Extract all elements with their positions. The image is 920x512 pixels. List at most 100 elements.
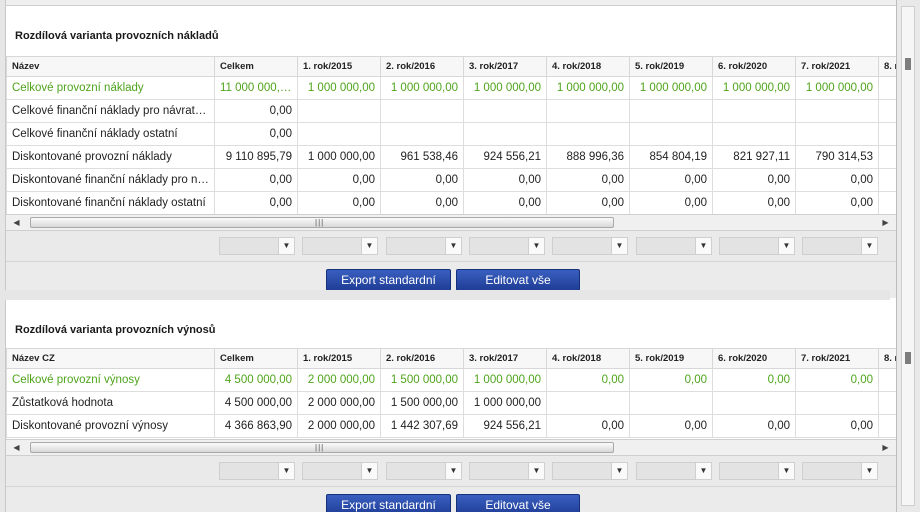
- filter-dropdown[interactable]: ▼: [802, 237, 878, 255]
- column-header[interactable]: 1. rok/2015: [297, 348, 381, 369]
- table-cell[interactable]: 0,00: [712, 368, 796, 392]
- table-cell[interactable]: [546, 122, 630, 146]
- table-cell[interactable]: 0,00: [795, 191, 879, 214]
- table-cell[interactable]: [463, 122, 547, 146]
- filter-dropdown[interactable]: ▼: [469, 462, 545, 480]
- table-cell[interactable]: 0,00: [214, 99, 298, 123]
- column-header[interactable]: 6. rok/2020: [712, 348, 796, 369]
- table-cell[interactable]: 924 556,21: [463, 414, 547, 438]
- table-cell[interactable]: [629, 122, 713, 146]
- table-cell[interactable]: 0,00: [297, 191, 381, 214]
- column-header[interactable]: 7. rok/2021: [795, 348, 879, 369]
- dropdown-arrow-icon[interactable]: ▼: [861, 238, 877, 254]
- dropdown-arrow-icon[interactable]: ▼: [778, 238, 794, 254]
- table-cell[interactable]: 1: [878, 76, 896, 100]
- table-cell[interactable]: [878, 99, 896, 123]
- table-cell[interactable]: [297, 99, 381, 123]
- dropdown-arrow-icon[interactable]: ▼: [278, 463, 294, 479]
- table-cell[interactable]: [297, 122, 381, 146]
- row-label[interactable]: Celkové finanční náklady pro návratno...: [6, 99, 215, 123]
- row-label[interactable]: Zůstatková hodnota: [6, 391, 215, 415]
- filter-dropdown[interactable]: ▼: [719, 462, 795, 480]
- table-row[interactable]: Celkové provozní náklady 11 000 000,00 1 0…: [6, 76, 896, 100]
- table-cell[interactable]: 790 314,53: [795, 145, 879, 169]
- table-cell[interactable]: 0,00: [546, 414, 630, 438]
- table-cell[interactable]: 2 000 000,00: [297, 414, 381, 438]
- table-cell[interactable]: [380, 99, 464, 123]
- dropdown-arrow-icon[interactable]: ▼: [278, 238, 294, 254]
- vertical-scroll-track[interactable]: [901, 6, 915, 506]
- table-cell[interactable]: 0,00: [297, 168, 381, 192]
- table-cell[interactable]: 0,00: [795, 168, 879, 192]
- scroll-right-icon[interactable]: ▶: [877, 215, 894, 230]
- vertical-scrollbar[interactable]: [896, 0, 920, 512]
- filter-dropdown[interactable]: ▼: [302, 462, 378, 480]
- column-header[interactable]: Název: [6, 56, 215, 77]
- row-label[interactable]: Diskontované provozní výnosy: [6, 414, 215, 438]
- dropdown-arrow-icon[interactable]: ▼: [445, 238, 461, 254]
- table-row[interactable]: Diskontované finanční náklady ostatní 0,0…: [6, 191, 896, 214]
- scroll-thumb[interactable]: |||: [30, 217, 614, 228]
- horizontal-scrollbar[interactable]: ◀ ||| ▶: [6, 439, 896, 456]
- table-cell[interactable]: 11 000 000,00: [214, 76, 298, 100]
- table-cell[interactable]: [629, 391, 713, 415]
- edit-all-button[interactable]: Editovat vše: [456, 494, 580, 512]
- table-cell[interactable]: 1 000 000,00: [629, 76, 713, 100]
- table-row[interactable]: Celkové finanční náklady pro návratno...…: [6, 99, 896, 123]
- edit-all-button[interactable]: Editovat vše: [456, 269, 580, 291]
- filter-dropdown[interactable]: ▼: [219, 237, 295, 255]
- column-header[interactable]: 5. rok/2019: [629, 56, 713, 77]
- column-header[interactable]: Celkem: [214, 348, 298, 369]
- table-cell[interactable]: [878, 391, 896, 415]
- table-cell[interactable]: [878, 368, 896, 392]
- table-cell[interactable]: 2 000 000,00: [297, 391, 381, 415]
- table-cell[interactable]: 1 000 000,00: [463, 391, 547, 415]
- table-cell[interactable]: 1 500 000,00: [380, 368, 464, 392]
- table-cell[interactable]: [629, 99, 713, 123]
- dropdown-arrow-icon[interactable]: ▼: [695, 238, 711, 254]
- filter-dropdown[interactable]: ▼: [636, 237, 712, 255]
- table-cell[interactable]: 924 556,21: [463, 145, 547, 169]
- table-cell[interactable]: [878, 145, 896, 169]
- table-cell[interactable]: 9 110 895,79: [214, 145, 298, 169]
- row-label[interactable]: Diskontované finanční náklady pro náv...: [6, 168, 215, 192]
- table-row[interactable]: Diskontované finanční náklady pro náv...…: [6, 168, 896, 192]
- table-cell[interactable]: 0,00: [795, 368, 879, 392]
- table-row[interactable]: Diskontované provozní výnosy 4 366 863,90…: [6, 414, 896, 438]
- export-standard-button[interactable]: Export standardní: [326, 269, 451, 291]
- scroll-right-icon[interactable]: ▶: [877, 440, 894, 455]
- table-cell[interactable]: 1 000 000,00: [297, 145, 381, 169]
- table-cell[interactable]: 1 000 000,00: [380, 76, 464, 100]
- table-cell[interactable]: 821 927,11: [712, 145, 796, 169]
- column-header[interactable]: 1. rok/2015: [297, 56, 381, 77]
- table-cell[interactable]: [878, 191, 896, 214]
- dropdown-arrow-icon[interactable]: ▼: [361, 463, 377, 479]
- row-label[interactable]: Celkové finanční náklady ostatní: [6, 122, 215, 146]
- table-row[interactable]: Zůstatková hodnota 4 500 000,00 2 000 000,…: [6, 391, 896, 415]
- table-cell[interactable]: 4 500 000,00: [214, 368, 298, 392]
- table-cell[interactable]: 1 000 000,00: [546, 76, 630, 100]
- table-cell[interactable]: 0,00: [214, 191, 298, 214]
- table-cell[interactable]: 2 000 000,00: [297, 368, 381, 392]
- table-cell[interactable]: [546, 391, 630, 415]
- table-cell[interactable]: 1 000 000,00: [463, 76, 547, 100]
- column-header[interactable]: Název CZ: [6, 348, 215, 369]
- filter-dropdown[interactable]: ▼: [386, 237, 462, 255]
- table-row[interactable]: Diskontované provozní náklady 9 110 895,7…: [6, 145, 896, 169]
- table-cell[interactable]: 1 442 307,69: [380, 414, 464, 438]
- table-cell[interactable]: [795, 122, 879, 146]
- table-cell[interactable]: 0,00: [546, 191, 630, 214]
- table-cell[interactable]: 0,00: [712, 414, 796, 438]
- table-cell[interactable]: 4 500 000,00: [214, 391, 298, 415]
- column-header[interactable]: 5. rok/2019: [629, 348, 713, 369]
- row-label[interactable]: Celkové provozní náklady: [6, 76, 215, 100]
- table-cell[interactable]: 0,00: [629, 191, 713, 214]
- filter-dropdown[interactable]: ▼: [302, 237, 378, 255]
- table-cell[interactable]: 0,00: [795, 414, 879, 438]
- table-cell[interactable]: 0,00: [629, 368, 713, 392]
- table-cell[interactable]: 0,00: [380, 191, 464, 214]
- table-cell[interactable]: 1 000 000,00: [463, 368, 547, 392]
- column-header[interactable]: 2. rok/2016: [380, 56, 464, 77]
- table-cell[interactable]: 854 804,19: [629, 145, 713, 169]
- column-header[interactable]: 3. rok/2017: [463, 56, 547, 77]
